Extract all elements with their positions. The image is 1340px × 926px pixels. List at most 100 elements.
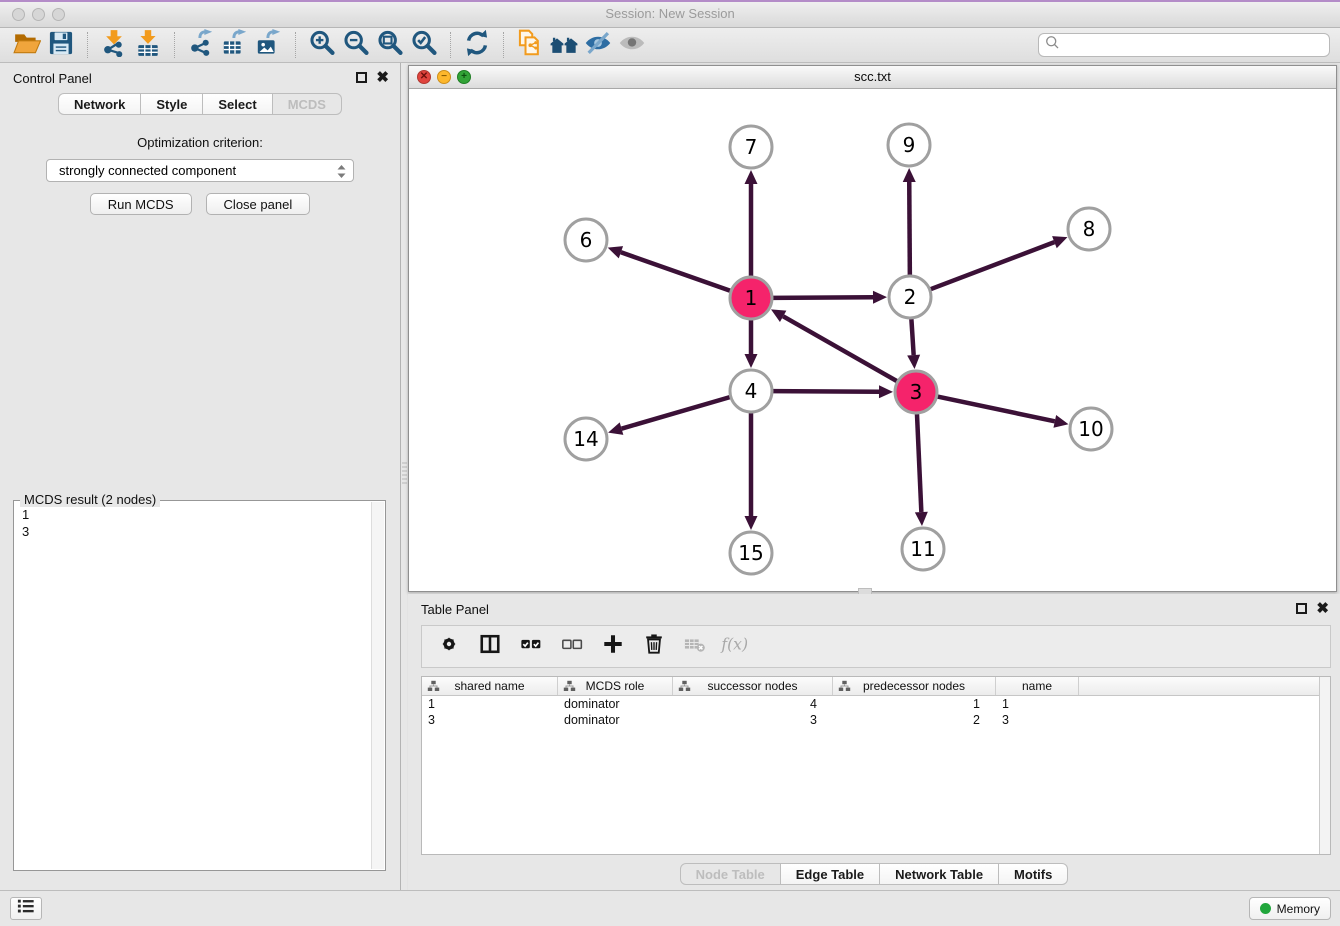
create-column-button[interactable]	[600, 634, 626, 660]
table-mode-gear-button[interactable]	[436, 634, 462, 660]
hide-selected-button[interactable]	[581, 30, 615, 60]
graph-edge-2-9[interactable]	[909, 182, 910, 275]
export-network-button[interactable]	[184, 30, 218, 60]
graph-node-6[interactable]: 6	[565, 219, 607, 261]
graph-node-8[interactable]: 8	[1068, 208, 1110, 250]
graph-edge-3-11[interactable]	[917, 414, 921, 512]
graph-node-3[interactable]: 3	[895, 371, 937, 413]
graph-edge-3-1[interactable]	[783, 316, 897, 381]
network-canvas[interactable]: 7 9 6 8 1 2 4 3 14 10 15 11	[409, 89, 1336, 591]
save-session-button[interactable]	[44, 30, 78, 60]
tab-network[interactable]: Network	[58, 93, 141, 115]
hide-selected-icon	[584, 29, 612, 62]
column-header-mcds-role[interactable]: MCDS role	[558, 677, 673, 695]
column-header-name[interactable]: name	[996, 677, 1079, 695]
split-view-button[interactable]	[477, 634, 503, 660]
close-panel-button[interactable]: Close panel	[206, 193, 311, 215]
close-panel-icon[interactable]: ✖	[376, 72, 389, 83]
tab-select[interactable]: Select	[203, 93, 272, 115]
float-panel-icon[interactable]	[356, 72, 367, 83]
network-close-button[interactable]: ✕	[417, 70, 431, 84]
graph-edge-4-3[interactable]	[773, 391, 879, 392]
network-maximize-button[interactable]: +	[457, 70, 471, 84]
zoom-out-button[interactable]	[339, 30, 373, 60]
run-mcds-button[interactable]: Run MCDS	[90, 193, 192, 215]
graph-edge-2-8[interactable]	[931, 242, 1055, 289]
export-table-button[interactable]	[218, 30, 252, 60]
graph-node-14[interactable]: 14	[565, 418, 607, 460]
graph-edge-arrow	[745, 516, 758, 530]
graph-node-15[interactable]: 15	[730, 532, 772, 574]
table-cell[interactable]: 1	[833, 696, 996, 712]
graph-edge-2-3[interactable]	[911, 319, 913, 355]
table-cell[interactable]: 2	[833, 712, 996, 728]
export-image-button[interactable]	[252, 30, 286, 60]
float-table-panel-icon[interactable]	[1296, 603, 1307, 614]
deselect-all-columns-button[interactable]	[559, 634, 585, 660]
table-tab-motifs[interactable]: Motifs	[999, 863, 1068, 885]
table-row[interactable]: 3dominator323	[422, 712, 1330, 728]
network-graph[interactable]: 7 9 6 8 1 2 4 3 14 10 15 11	[409, 89, 1336, 591]
column-header-label: successor nodes	[707, 679, 797, 693]
new-network-from-selection-button[interactable]	[513, 30, 547, 60]
first-neighbors-button[interactable]	[547, 30, 581, 60]
zoom-fit-button[interactable]	[373, 30, 407, 60]
graph-node-10[interactable]: 10	[1070, 408, 1112, 450]
graph-node-1[interactable]: 1	[730, 277, 772, 319]
graph-node-2[interactable]: 2	[889, 276, 931, 318]
vertical-splitter[interactable]	[400, 63, 407, 890]
table-cell[interactable]: dominator	[558, 696, 673, 712]
table-cell[interactable]: 4	[673, 696, 833, 712]
open-session-button[interactable]	[10, 30, 44, 60]
apply-layout-button[interactable]	[460, 30, 494, 60]
column-tree-icon	[678, 680, 691, 695]
network-minimize-button[interactable]: −	[437, 70, 451, 84]
tab-mcds[interactable]: MCDS	[273, 93, 342, 115]
table-cell[interactable]: 3	[422, 712, 558, 728]
criterion-select[interactable]: strongly connected component	[46, 159, 354, 182]
zoom-in-button[interactable]	[305, 30, 339, 60]
column-header-predecessor-nodes[interactable]: predecessor nodes	[833, 677, 996, 695]
zoom-selected-button[interactable]	[407, 30, 441, 60]
mcds-result-list[interactable]: 13	[16, 503, 369, 868]
tab-style[interactable]: Style	[141, 93, 203, 115]
table-tab-network-table[interactable]: Network Table	[880, 863, 999, 885]
close-window-button[interactable]	[12, 8, 25, 21]
column-header-successor-nodes[interactable]: successor nodes	[673, 677, 833, 695]
window-title: Session: New Session	[0, 0, 1340, 28]
graph-node-11[interactable]: 11	[902, 528, 944, 570]
table-cell[interactable]: dominator	[558, 712, 673, 728]
mcds-result-scrollbar[interactable]	[371, 502, 384, 869]
table-cell[interactable]: 3	[673, 712, 833, 728]
search-input[interactable]	[1061, 38, 1324, 53]
select-all-columns-button[interactable]	[518, 634, 544, 660]
column-header-shared-name[interactable]: shared name	[422, 677, 558, 695]
table-cell[interactable]: 1	[422, 696, 558, 712]
graph-edge-1-2[interactable]	[773, 297, 873, 298]
graph-node-7[interactable]: 7	[730, 126, 772, 168]
import-table-button[interactable]	[131, 30, 165, 60]
task-history-button[interactable]	[10, 897, 42, 920]
memory-button[interactable]: Memory	[1249, 897, 1331, 920]
vertical-splitter-handle[interactable]	[402, 462, 407, 484]
table-row[interactable]: 1dominator411	[422, 696, 1330, 712]
delete-columns-button[interactable]	[641, 634, 667, 660]
graph-edge-3-10[interactable]	[938, 397, 1055, 422]
zoom-window-button[interactable]	[52, 8, 65, 21]
graph-edge-arrow	[1053, 415, 1068, 428]
table-tab-node-table[interactable]: Node Table	[680, 863, 781, 885]
table-scrollbar[interactable]	[1319, 677, 1330, 854]
graph-node-4[interactable]: 4	[730, 370, 772, 412]
graph-edge-1-6[interactable]	[621, 252, 730, 290]
minimize-window-button[interactable]	[32, 8, 45, 21]
graph-edge-4-14[interactable]	[622, 397, 730, 429]
table-cell[interactable]: 3	[996, 712, 1079, 728]
import-network-button[interactable]	[97, 30, 131, 60]
search-box[interactable]	[1038, 33, 1330, 57]
table-cell[interactable]: 1	[996, 696, 1079, 712]
graph-edge-arrow	[608, 246, 623, 258]
table-tab-edge-table[interactable]: Edge Table	[781, 863, 880, 885]
network-window-titlebar[interactable]: ✕ − + scc.txt	[409, 66, 1336, 89]
graph-node-9[interactable]: 9	[888, 124, 930, 166]
close-table-panel-icon[interactable]: ✖	[1316, 603, 1329, 614]
